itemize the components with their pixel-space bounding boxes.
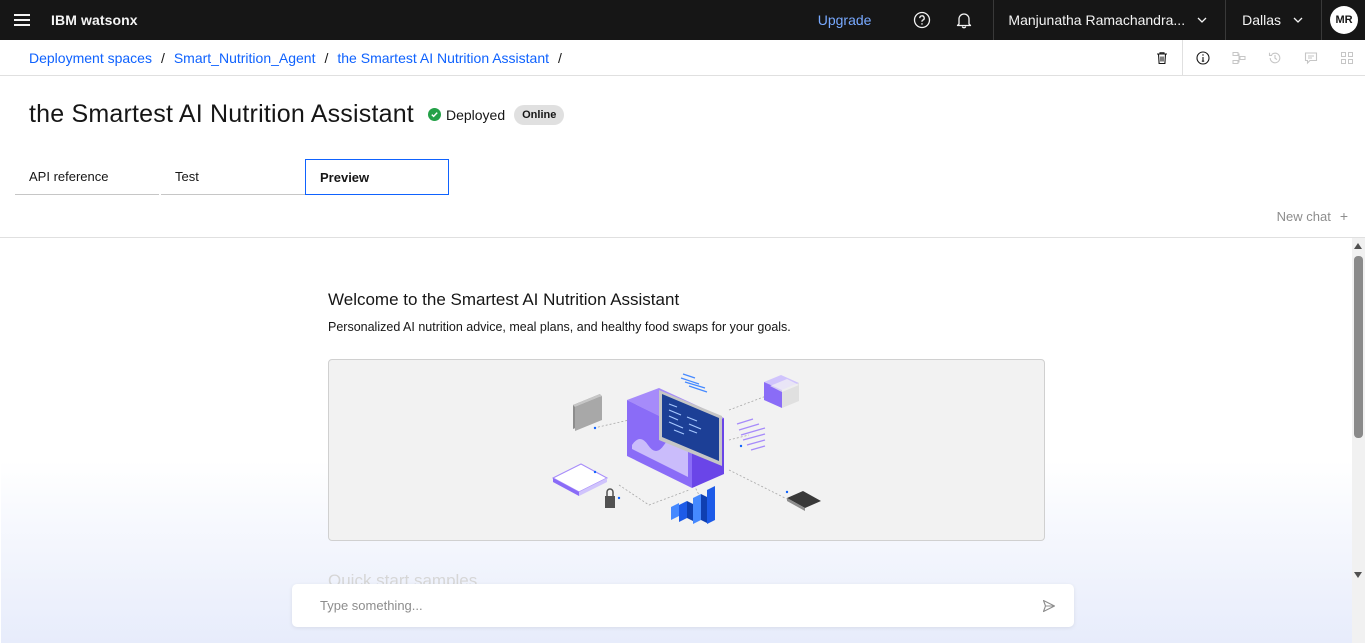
region-dropdown[interactable]: Dallas [1226,0,1313,40]
page-title: the Smartest AI Nutrition Assistant [29,100,414,128]
info-icon[interactable] [1185,40,1221,76]
breadcrumb-separator: / [160,49,165,66]
brand-logo[interactable]: IBM watsonx [51,12,138,28]
breadcrumb-deployment[interactable]: the Smartest AI Nutrition Assistant [337,50,549,66]
chevron-down-icon [1293,17,1303,23]
folder-graphic [573,394,602,431]
stack-graphic [764,375,799,408]
new-chat-label: New chat [1276,208,1331,224]
account-name: Manjunatha Ramachandra... [1008,12,1186,28]
breadcrumb-deployment-spaces[interactable]: Deployment spaces [29,50,152,66]
actions-divider [1182,39,1183,76]
tab-list: API reference Test Preview [15,159,449,195]
breadcrumb-space[interactable]: Smart_Nutrition_Agent [174,50,316,66]
welcome-subtitle: Personalized AI nutrition advice, meal p… [328,320,791,334]
upgrade-link[interactable]: Upgrade [818,12,872,28]
chat-scrollbar[interactable] [1352,238,1365,643]
status-badge: Online [514,104,565,125]
breadcrumb: Deployment spaces / Smart_Nutrition_Agen… [0,50,571,66]
lock-graphic [605,488,615,508]
status-indicator: Deployed [427,106,506,123]
tablet-graphic [787,491,821,511]
welcome-title: Welcome to the Smartest AI Nutrition Ass… [328,290,680,309]
notification-bell-icon[interactable] [943,0,985,40]
welcome-illustration [328,359,1045,541]
delete-icon[interactable] [1144,40,1180,76]
avatar[interactable]: MR [1330,6,1358,34]
region-name: Dallas [1242,12,1281,28]
tab-test[interactable]: Test [161,159,305,195]
comment-icon[interactable] [1293,40,1329,76]
breadcrumb-bar: Deployment spaces / Smart_Nutrition_Agen… [0,39,1365,76]
brand-prefix: IBM [51,12,77,28]
title-row: the Smartest AI Nutrition Assistant Depl… [29,100,565,129]
chat-panel: Welcome to the Smartest AI Nutrition Ass… [1,238,1352,643]
book-graphic [551,463,609,496]
tab-api-reference[interactable]: API reference [15,159,159,195]
account-dropdown[interactable]: Manjunatha Ramachandra... [994,0,1221,40]
hamburger-menu-icon[interactable] [0,0,44,40]
breadcrumb-separator: / [558,49,562,66]
illustration-graphic [551,373,821,524]
apps-icon[interactable] [1329,40,1365,76]
history-icon[interactable] [1257,40,1293,76]
checkmark-icon [427,108,441,121]
new-chat-button[interactable]: New chat + [1277,208,1348,224]
breadcrumb-actions [1144,39,1365,76]
scroll-down-arrow-icon[interactable] [1354,572,1362,578]
send-icon[interactable] [1040,597,1058,615]
chevron-down-icon [1197,17,1207,23]
plus-icon: + [1339,208,1348,224]
top-header: IBM watsonx Upgrade Manjunatha Ramachand… [0,0,1365,40]
scroll-up-arrow-icon[interactable] [1354,243,1362,249]
brand-name: watsonx [80,12,138,28]
breadcrumb-separator: / [324,49,329,66]
status-text: Deployed [445,106,506,123]
flow-icon[interactable] [1221,40,1257,76]
chat-input[interactable] [320,598,1040,613]
header-divider [1321,0,1322,40]
tab-preview[interactable]: Preview [305,159,449,195]
chat-input-container [292,584,1074,627]
help-icon[interactable] [901,0,943,40]
scroll-thumb[interactable] [1354,256,1363,438]
bar-chart-graphic [671,486,715,524]
